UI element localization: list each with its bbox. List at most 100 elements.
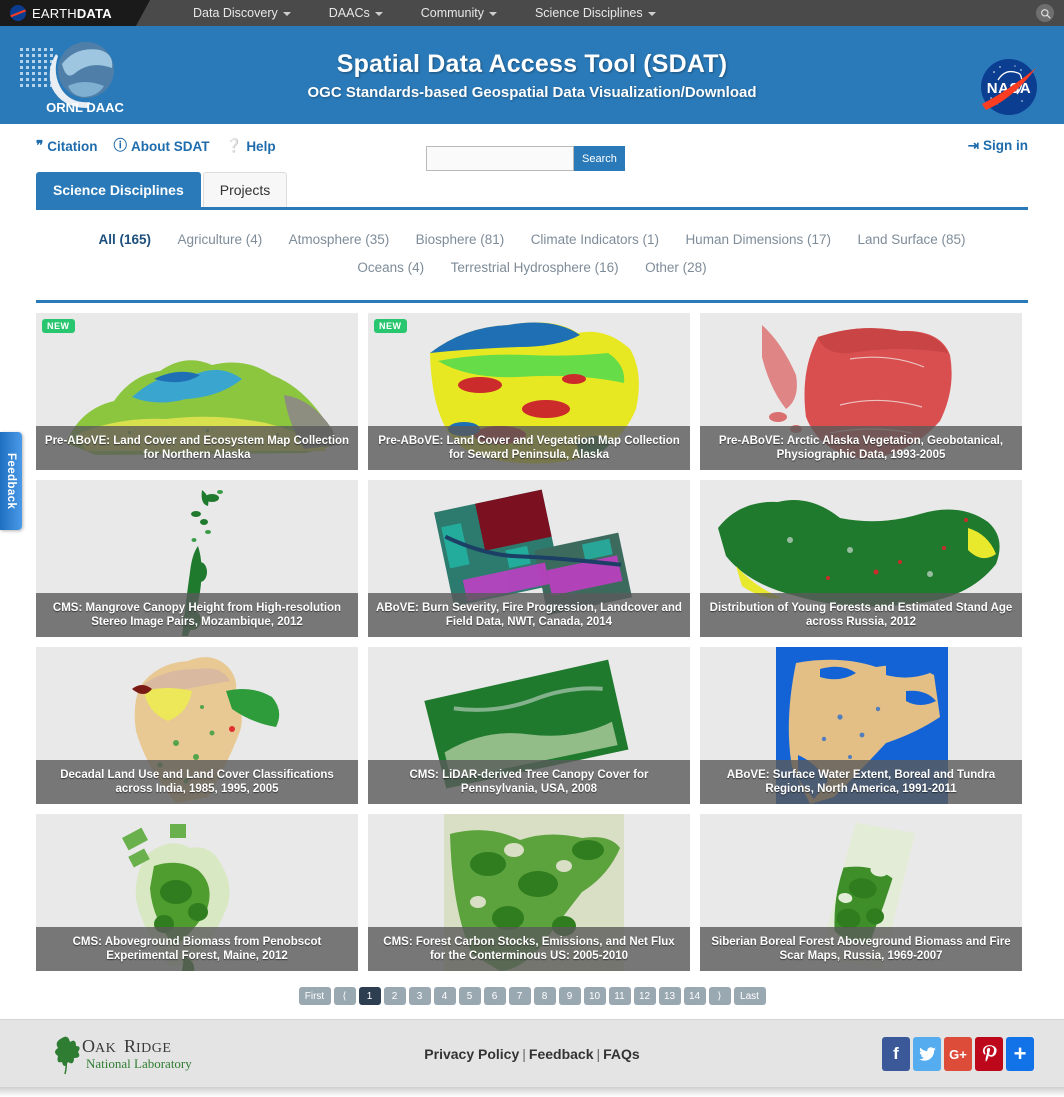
dataset-card[interactable]: Pre-ABoVE: Arctic Alaska Vegetation, Geo… <box>700 313 1022 470</box>
dataset-title: Siberian Boreal Forest Aboveground Bioma… <box>700 927 1022 971</box>
info-circle-icon: ⓘ <box>113 138 128 154</box>
page-subtitle: OGC Standards-based Geospatial Data Visu… <box>307 83 757 101</box>
pagination: First ⟨ 1 2 3 4 5 6 7 8 9 10 11 12 13 14… <box>0 971 1064 1019</box>
nav-item-community[interactable]: Community <box>402 0 516 26</box>
page-button-9[interactable]: 9 <box>558 987 581 1005</box>
filter-all[interactable]: All (165) <box>98 226 151 254</box>
dataset-card[interactable]: Distribution of Young Forests and Estima… <box>700 480 1022 637</box>
twitter-icon[interactable] <box>913 1037 941 1071</box>
tab-list: Science Disciplines Projects <box>36 172 1028 207</box>
nav-label: Community <box>420 6 484 20</box>
dataset-card[interactable]: Decadal Land Use and Land Cover Classifi… <box>36 647 358 804</box>
site-banner: ORNL DAAC Spatial Data Access Tool (SDAT… <box>0 26 1064 124</box>
dataset-title: Pre-ABoVE: Land Cover and Ecosystem Map … <box>36 426 358 470</box>
help-link[interactable]: ❔ Help <box>226 139 276 154</box>
dataset-card[interactable]: NEW Pre-ABoVE: Land Cover and Vegetation… <box>368 313 690 470</box>
filter-climate-indicators[interactable]: Climate Indicators (1) <box>531 226 659 254</box>
dataset-card[interactable]: NEW Pre-ABoVE: Land Cover and Ecosystem … <box>36 313 358 470</box>
ornl-daac-logo[interactable]: ORNL DAAC <box>18 34 148 118</box>
feedback-tab[interactable]: Feedback <box>0 432 22 530</box>
page-button-1[interactable]: 1 <box>358 987 381 1005</box>
chevron-right-icon[interactable]: ⟩ <box>708 987 731 1005</box>
page-button-10[interactable]: 10 <box>583 987 606 1005</box>
dataset-card[interactable]: CMS: Aboveground Biomass from Penobscot … <box>36 814 358 971</box>
earthdata-logo-bold: DATA <box>76 5 112 21</box>
question-circle-icon: ❔ <box>225 138 243 154</box>
privacy-policy-link[interactable]: Privacy Policy <box>424 1046 519 1062</box>
search-button[interactable]: Search <box>574 146 625 171</box>
page-button-4[interactable]: 4 <box>433 987 456 1005</box>
page-button-7[interactable]: 7 <box>508 987 531 1005</box>
oak-ridge-logo[interactable]: O AK R IDGE National Laboratory <box>52 1032 212 1076</box>
earthdata-top-bar: EARTHDATA Data Discovery DAACs Community… <box>0 0 1064 26</box>
page-button-12[interactable]: 12 <box>633 987 656 1005</box>
chevron-down-icon <box>282 11 291 16</box>
footer-shadow <box>0 1087 1064 1097</box>
nasa-logo[interactable]: NASA <box>976 54 1042 120</box>
page-button-6[interactable]: 6 <box>483 987 506 1005</box>
oak-ridge-line2: National Laboratory <box>86 1056 192 1071</box>
chevron-down-icon <box>374 11 383 16</box>
filter-agriculture[interactable]: Agriculture (4) <box>177 226 262 254</box>
nav-label: Science Disciplines <box>534 6 643 20</box>
page-button-11[interactable]: 11 <box>608 987 631 1005</box>
filter-human-dimensions[interactable]: Human Dimensions (17) <box>685 226 831 254</box>
search-bar: Search <box>426 146 625 171</box>
citation-link[interactable]: ❞ Citation <box>36 139 98 154</box>
pinterest-icon[interactable] <box>975 1037 1003 1071</box>
sign-in-link[interactable]: ⇥ Sign in <box>968 138 1028 153</box>
chevron-down-icon <box>647 11 656 16</box>
google-plus-icon[interactable]: G+ <box>944 1037 972 1071</box>
page-button-13[interactable]: 13 <box>658 987 681 1005</box>
nav-item-science-disciplines[interactable]: Science Disciplines <box>516 0 675 26</box>
facebook-icon[interactable]: f <box>882 1037 910 1071</box>
dataset-card[interactable]: CMS: LiDAR-derived Tree Canopy Cover for… <box>368 647 690 804</box>
tab-projects[interactable]: Projects <box>202 172 288 207</box>
dataset-card[interactable]: ABoVE: Surface Water Extent, Boreal and … <box>700 647 1022 804</box>
filter-atmosphere[interactable]: Atmosphere (35) <box>289 226 390 254</box>
chevron-left-icon[interactable]: ⟨ <box>333 987 356 1005</box>
dataset-card[interactable]: ABoVE: Burn Severity, Fire Progression, … <box>368 480 690 637</box>
tabs-container: Science Disciplines Projects <box>0 172 1064 210</box>
nav-item-daacs[interactable]: DAACs <box>310 0 402 26</box>
filter-land-surface[interactable]: Land Surface (85) <box>857 226 965 254</box>
page-button-5[interactable]: 5 <box>458 987 481 1005</box>
filter-terrestrial-hydrosphere[interactable]: Terrestrial Hydrosphere (16) <box>451 254 619 282</box>
dataset-title: Pre-ABoVE: Arctic Alaska Vegetation, Geo… <box>700 426 1022 470</box>
social-links: f G+ + <box>882 1037 1034 1071</box>
chevron-down-icon <box>488 11 497 16</box>
page-last-button[interactable]: Last <box>733 987 766 1005</box>
filter-oceans[interactable]: Oceans (4) <box>357 254 424 282</box>
faqs-link[interactable]: FAQs <box>603 1046 640 1062</box>
footer-separator: | <box>596 1045 601 1062</box>
earthdata-logo[interactable]: EARTHDATA <box>0 0 150 26</box>
dataset-card[interactable]: Siberian Boreal Forest Aboveground Bioma… <box>700 814 1022 971</box>
page-button-8[interactable]: 8 <box>533 987 556 1005</box>
category-filter-list: All (165) Agriculture (4) Atmosphere (35… <box>0 210 1064 296</box>
share-more-icon[interactable]: + <box>1006 1037 1034 1071</box>
page-title: Spatial Data Access Tool (SDAT) <box>336 49 728 78</box>
feedback-link[interactable]: Feedback <box>529 1046 594 1062</box>
dataset-card[interactable]: CMS: Forest Carbon Stocks, Emissions, an… <box>368 814 690 971</box>
nav-item-data-discovery[interactable]: Data Discovery <box>174 0 310 26</box>
about-sdat-link[interactable]: ⓘ About SDAT <box>114 139 210 154</box>
help-label: Help <box>246 138 276 154</box>
dataset-title: Pre-ABoVE: Land Cover and Vegetation Map… <box>368 426 690 470</box>
page-button-2[interactable]: 2 <box>383 987 406 1005</box>
new-badge: NEW <box>42 319 75 333</box>
page-first-button[interactable]: First <box>298 987 331 1005</box>
earthdata-logo-light: EARTH <box>32 5 77 21</box>
citation-label: Citation <box>47 138 98 154</box>
filter-other[interactable]: Other (28) <box>645 254 707 282</box>
banner-titles: Spatial Data Access Tool (SDAT) OGC Stan… <box>308 50 757 101</box>
page-button-3[interactable]: 3 <box>408 987 431 1005</box>
nav-label: Data Discovery <box>193 6 278 20</box>
nav-label: DAACs <box>328 6 370 20</box>
page-button-14[interactable]: 14 <box>683 987 706 1005</box>
dataset-card[interactable]: CMS: Mangrove Canopy Height from High-re… <box>36 480 358 637</box>
filter-biosphere[interactable]: Biosphere (81) <box>416 226 505 254</box>
tab-science-disciplines[interactable]: Science Disciplines <box>36 172 201 207</box>
search-icon[interactable] <box>1036 4 1054 22</box>
search-input[interactable] <box>426 146 574 171</box>
dataset-title: CMS: Forest Carbon Stocks, Emissions, an… <box>368 927 690 971</box>
